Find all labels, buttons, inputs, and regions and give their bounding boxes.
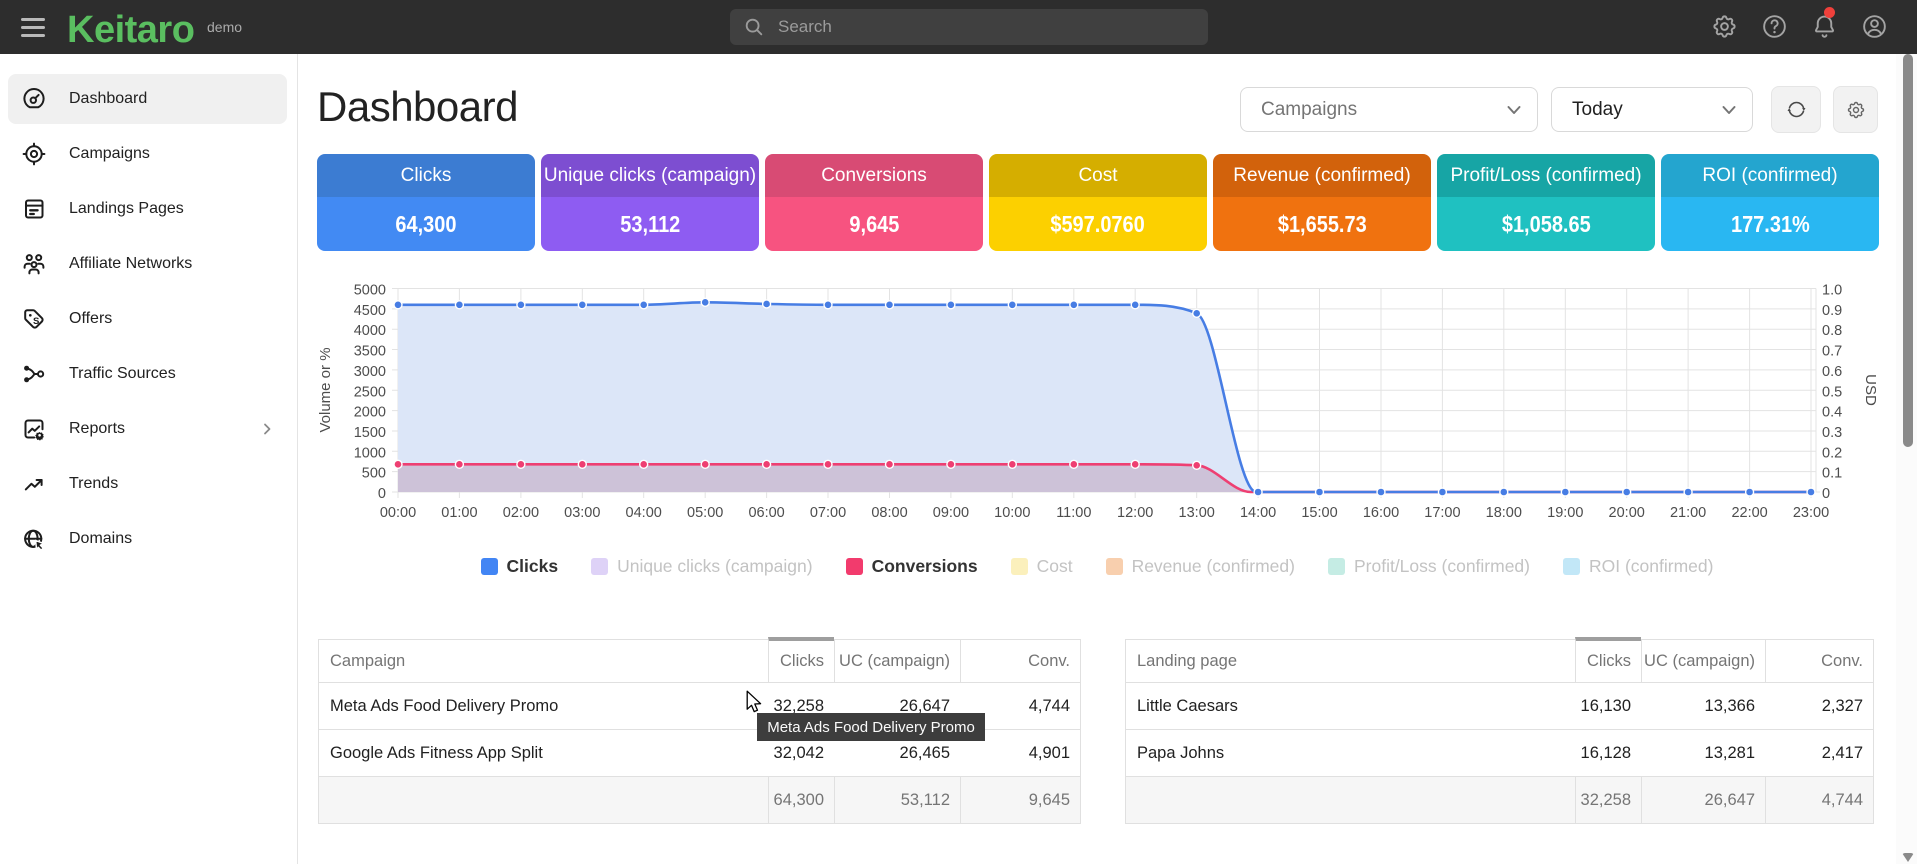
svg-text:14:00: 14:00 xyxy=(1240,505,1276,521)
svg-text:20:00: 20:00 xyxy=(1609,505,1645,521)
svg-text:11:00: 11:00 xyxy=(1056,505,1091,521)
svg-text:S: S xyxy=(33,316,39,327)
svg-text:01:00: 01:00 xyxy=(441,505,477,521)
svg-text:13:00: 13:00 xyxy=(1179,505,1215,521)
svg-text:0.5: 0.5 xyxy=(1822,384,1842,400)
svg-text:2000: 2000 xyxy=(354,405,386,421)
svg-text:USD: USD xyxy=(1862,374,1879,406)
svg-text:19:00: 19:00 xyxy=(1547,505,1583,521)
svg-text:22:00: 22:00 xyxy=(1731,505,1767,521)
svg-text:4500: 4500 xyxy=(354,303,386,319)
svg-text:06:00: 06:00 xyxy=(748,505,784,521)
svg-text:15:00: 15:00 xyxy=(1301,505,1337,521)
svg-text:16:00: 16:00 xyxy=(1363,505,1399,521)
svg-text:0: 0 xyxy=(378,486,386,502)
svg-text:0.2: 0.2 xyxy=(1822,445,1842,461)
svg-text:0: 0 xyxy=(1822,486,1830,502)
svg-text:18:00: 18:00 xyxy=(1486,505,1522,521)
svg-text:21:00: 21:00 xyxy=(1670,505,1706,521)
svg-text:1.0: 1.0 xyxy=(1822,283,1842,299)
svg-text:03:00: 03:00 xyxy=(564,505,600,521)
svg-text:17:00: 17:00 xyxy=(1424,505,1460,521)
svg-text:3500: 3500 xyxy=(354,344,386,360)
svg-text:2500: 2500 xyxy=(354,384,386,400)
svg-text:04:00: 04:00 xyxy=(626,505,662,521)
svg-text:4000: 4000 xyxy=(354,323,386,339)
svg-text:09:00: 09:00 xyxy=(933,505,969,521)
svg-text:0.3: 0.3 xyxy=(1822,425,1842,441)
svg-text:02:00: 02:00 xyxy=(503,505,539,521)
svg-text:08:00: 08:00 xyxy=(871,505,907,521)
svg-text:12:00: 12:00 xyxy=(1117,505,1153,521)
svg-text:1000: 1000 xyxy=(354,445,386,461)
svg-text:00:00: 00:00 xyxy=(380,505,416,521)
svg-text:1500: 1500 xyxy=(354,425,386,441)
svg-text:23:00: 23:00 xyxy=(1793,505,1829,521)
svg-text:0.6: 0.6 xyxy=(1822,364,1842,380)
svg-text:0.8: 0.8 xyxy=(1822,323,1842,339)
svg-text:0.9: 0.9 xyxy=(1822,303,1842,319)
svg-text:0.7: 0.7 xyxy=(1822,344,1842,360)
svg-text:0.1: 0.1 xyxy=(1822,466,1842,482)
svg-text:500: 500 xyxy=(362,466,386,482)
svg-text:Volume or %: Volume or % xyxy=(317,347,334,432)
svg-text:3000: 3000 xyxy=(354,364,386,380)
svg-text:5000: 5000 xyxy=(354,283,386,299)
svg-text:07:00: 07:00 xyxy=(810,505,846,521)
svg-text:10:00: 10:00 xyxy=(994,505,1030,521)
svg-text:0.4: 0.4 xyxy=(1822,405,1842,421)
svg-text:05:00: 05:00 xyxy=(687,505,723,521)
